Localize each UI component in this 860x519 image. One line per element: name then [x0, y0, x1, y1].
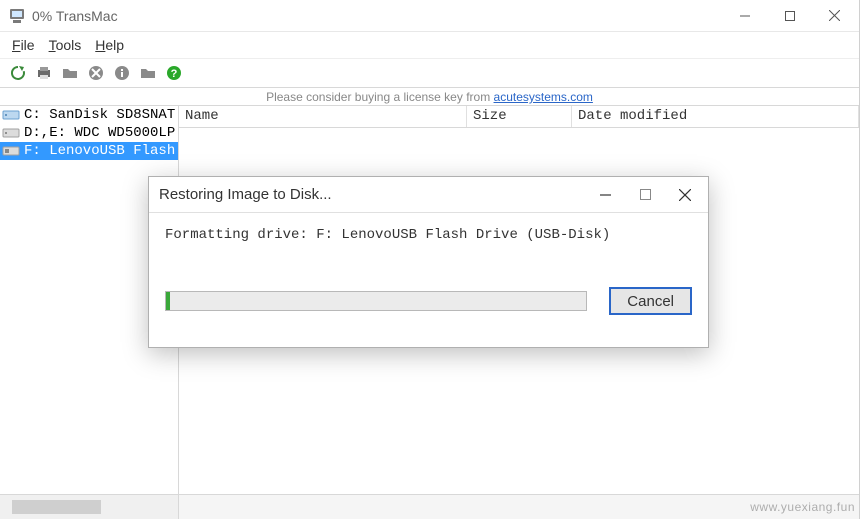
tree-item-selected[interactable]: F: LenovoUSB Flash	[0, 142, 178, 160]
dialog-minimize-button[interactable]	[596, 186, 614, 204]
watermark: www.yuexiang.fun	[750, 500, 855, 514]
cancel-icon[interactable]	[86, 63, 106, 83]
close-button[interactable]	[812, 2, 857, 30]
menu-file[interactable]: File	[6, 35, 41, 55]
maximize-button[interactable]	[767, 2, 812, 30]
list-header: Name Size Date modified	[179, 106, 859, 128]
folder-icon[interactable]	[138, 63, 158, 83]
menu-help[interactable]: Help	[89, 35, 130, 55]
print-icon[interactable]	[34, 63, 54, 83]
tree-item[interactable]: D:,E: WDC WD5000LP	[0, 124, 178, 142]
info-icon[interactable]	[112, 63, 132, 83]
folder-up-icon[interactable]	[60, 63, 80, 83]
tree-item-label: F: LenovoUSB Flash	[24, 143, 175, 159]
license-banner: Please consider buying a license key fro…	[0, 88, 859, 106]
minimize-button[interactable]	[722, 2, 767, 30]
cancel-button[interactable]: Cancel	[609, 287, 692, 315]
titlebar: 0% TransMac	[0, 0, 859, 32]
tree-item[interactable]: C: SanDisk SD8SNAT	[0, 106, 178, 124]
tree-item-label: C: SanDisk SD8SNAT	[24, 107, 175, 123]
hdd-icon	[2, 108, 20, 122]
dialog-close-button[interactable]	[676, 186, 694, 204]
license-text: Please consider buying a license key fro…	[266, 90, 493, 104]
window-controls	[722, 0, 857, 31]
app-icon	[8, 7, 26, 25]
tree-hscrollbar[interactable]	[0, 495, 179, 519]
toolbar: ?	[0, 58, 859, 88]
menu-tools[interactable]: Tools	[43, 35, 88, 55]
tree-item-label: D:,E: WDC WD5000LP	[24, 125, 175, 141]
hdd-icon	[2, 126, 20, 140]
refresh-icon[interactable]	[8, 63, 28, 83]
usb-icon	[2, 144, 20, 158]
license-link[interactable]: acutesystems.com	[494, 90, 593, 104]
window-title: 0% TransMac	[32, 8, 722, 24]
dialog-titlebar: Restoring Image to Disk...	[149, 177, 708, 213]
progress-bar	[165, 291, 587, 311]
dialog-bottom-row: Cancel	[165, 287, 692, 315]
scrollbar-thumb[interactable]	[12, 500, 101, 514]
statusbar	[0, 495, 859, 519]
col-name[interactable]: Name	[179, 106, 467, 127]
progress-fill	[166, 292, 170, 310]
col-date[interactable]: Date modified	[572, 106, 859, 127]
dialog-title: Restoring Image to Disk...	[159, 186, 596, 203]
dialog-maximize-button[interactable]	[636, 186, 654, 204]
dialog-window-controls	[596, 186, 698, 204]
svg-text:?: ?	[171, 68, 178, 80]
restore-dialog: Restoring Image to Disk... Formatting dr…	[148, 176, 709, 348]
col-size[interactable]: Size	[467, 106, 572, 127]
dialog-message: Formatting drive: F: LenovoUSB Flash Dri…	[165, 227, 692, 243]
menubar: File Tools Help	[0, 32, 859, 58]
dialog-body: Formatting drive: F: LenovoUSB Flash Dri…	[149, 213, 708, 329]
help-icon[interactable]: ?	[164, 63, 184, 83]
